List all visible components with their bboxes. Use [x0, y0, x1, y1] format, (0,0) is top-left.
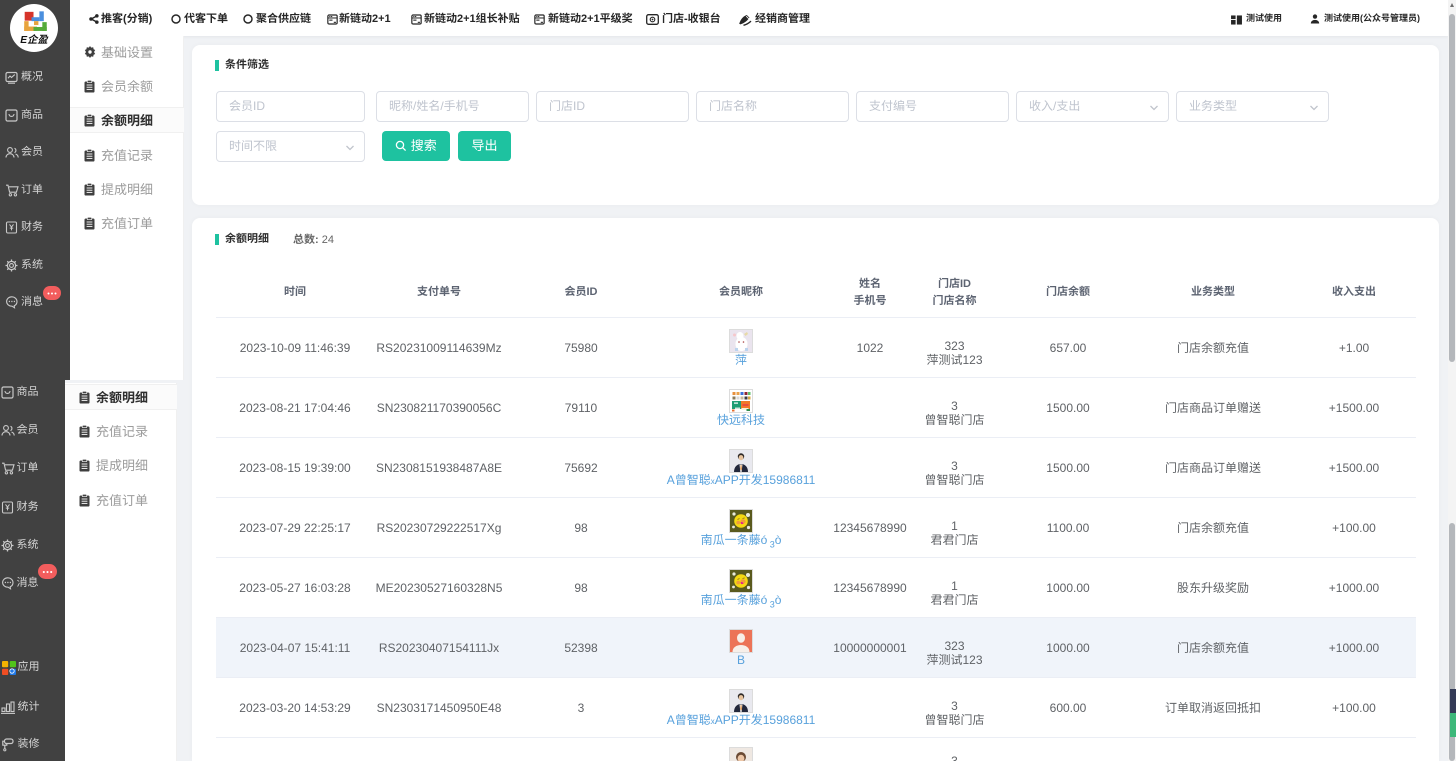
- svg-text:E企盈: E企盈: [20, 34, 49, 46]
